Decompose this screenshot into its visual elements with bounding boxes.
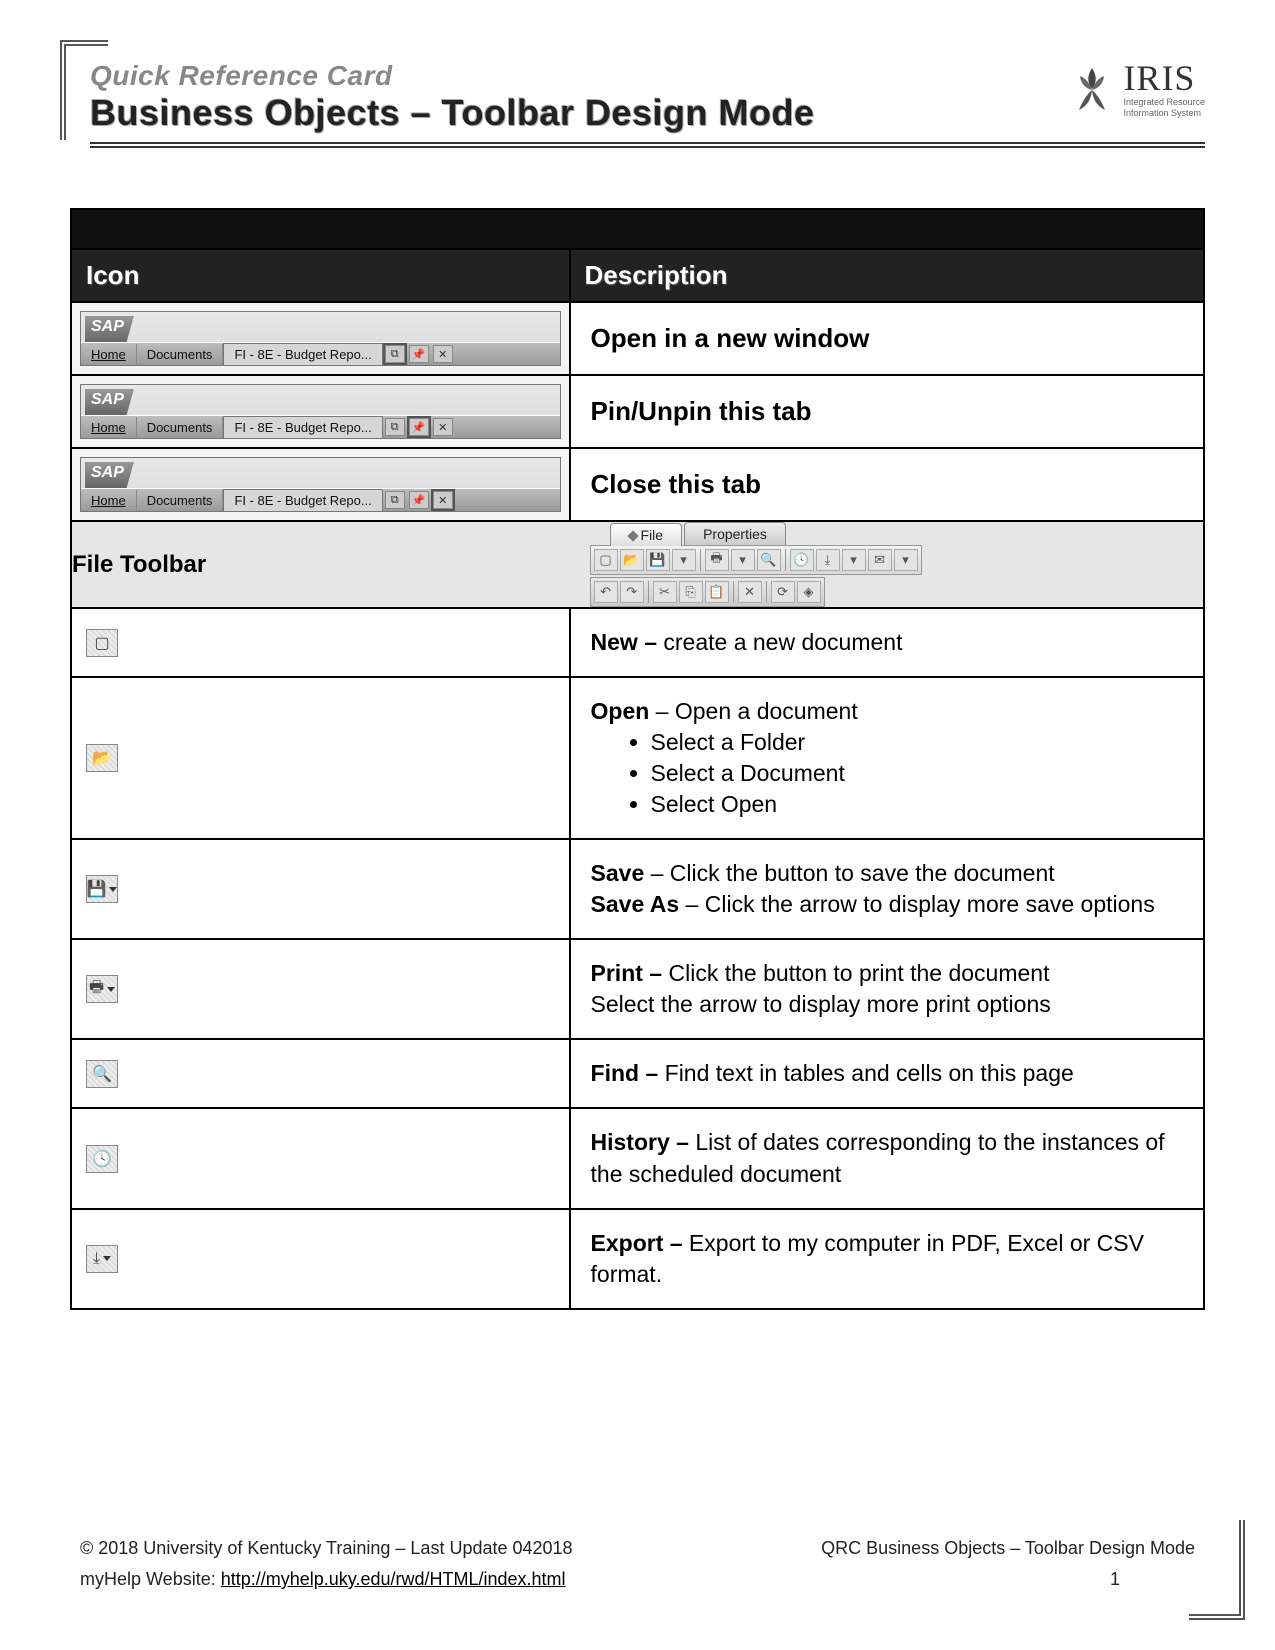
- desc-print: Print – Click the button to print the do…: [570, 939, 1204, 1039]
- mail-icon[interactable]: ✉: [868, 549, 892, 571]
- properties-tab[interactable]: Properties: [684, 522, 786, 545]
- tab-documents[interactable]: Documents: [137, 417, 224, 438]
- undo-icon[interactable]: ↶: [594, 581, 618, 603]
- file-toolbar-row2: ↶ ↷ ✂ ⎘ 📋 ✕ ⟳ ◈: [590, 577, 825, 607]
- delete-icon[interactable]: ✕: [738, 581, 762, 603]
- pin-tab-icon[interactable]: 📌: [409, 418, 429, 436]
- desc-pin: Pin/Unpin this tab: [570, 375, 1204, 448]
- footer-copyright: © 2018 University of Kentucky Training –…: [80, 1538, 573, 1559]
- history-doc-icon[interactable]: 🕓: [86, 1145, 118, 1173]
- open-doc-icon[interactable]: 📂: [86, 744, 118, 772]
- file-toolbar-row1: ▢ 📂 💾▾ 🖶▾ 🔍 🕓 ⤓▾ ✉▾: [590, 545, 922, 575]
- save-doc-icon[interactable]: 💾: [86, 875, 118, 903]
- icon-cell-close: SAP Home Documents FI - 8E - Budget Repo…: [71, 448, 570, 521]
- doc-title: Business Objects – Toolbar Design Mode: [90, 92, 1067, 134]
- list-item: Select a Folder: [651, 727, 1183, 758]
- open-new-window-icon[interactable]: ⧉: [385, 491, 405, 509]
- open-new-window-icon[interactable]: ⧉: [385, 418, 405, 436]
- desc-history: History – List of dates corresponding to…: [570, 1108, 1204, 1208]
- desc-find: Find – Find text in tables and cells on …: [570, 1039, 1204, 1108]
- iris-leaf-icon: [1067, 64, 1117, 114]
- print-icon[interactable]: 🖶: [705, 549, 729, 571]
- tab-active-report[interactable]: FI - 8E - Budget Repo...: [223, 416, 382, 438]
- sap-logo-icon: SAP: [85, 462, 134, 488]
- history-icon[interactable]: 🕓: [790, 549, 814, 571]
- print-doc-icon[interactable]: 🖶: [86, 975, 118, 1003]
- close-tab-icon[interactable]: ✕: [433, 491, 453, 509]
- export-doc-icon[interactable]: ⤓: [86, 1245, 118, 1273]
- logo-tagline-1: Integrated Resource: [1123, 98, 1205, 107]
- myhelp-link[interactable]: http://myhelp.uky.edu/rwd/HTML/index.htm…: [221, 1569, 566, 1589]
- reference-table: Icon Description SAP Home Documents FI -…: [70, 208, 1205, 1310]
- sap-logo-icon: SAP: [85, 389, 134, 415]
- track-icon[interactable]: ◈: [797, 581, 821, 603]
- pin-tab-icon[interactable]: 📌: [409, 345, 429, 363]
- icon-cell-find: 🔍: [71, 1039, 570, 1108]
- sap-logo-icon: SAP: [85, 316, 134, 342]
- logo-text: IRIS: [1123, 60, 1205, 96]
- refresh-icon[interactable]: ⟳: [771, 581, 795, 603]
- footer-corner-bracket: [1189, 1520, 1245, 1620]
- close-tab-icon[interactable]: ✕: [433, 418, 453, 436]
- tab-documents[interactable]: Documents: [137, 490, 224, 511]
- page-header: Quick Reference Card Business Objects – …: [90, 40, 1205, 148]
- footer-help: myHelp Website: http://myhelp.uky.edu/rw…: [80, 1569, 566, 1590]
- tab-home[interactable]: Home: [81, 417, 137, 438]
- doc-subtitle: Quick Reference Card: [90, 60, 1067, 92]
- list-item: Select Open: [651, 789, 1183, 820]
- tab-active-report[interactable]: FI - 8E - Budget Repo...: [223, 489, 382, 511]
- tab-documents[interactable]: Documents: [137, 344, 224, 365]
- desc-open: Open – Open a document Select a Folder S…: [570, 677, 1204, 839]
- icon-cell-open-window: SAP Home Documents FI - 8E - Budget Repo…: [71, 302, 570, 375]
- open-icon[interactable]: 📂: [620, 549, 644, 571]
- paste-icon[interactable]: 📋: [705, 581, 729, 603]
- icon-cell-pin: SAP Home Documents FI - 8E - Budget Repo…: [71, 375, 570, 448]
- header-corner-bracket: [60, 40, 108, 140]
- cut-icon[interactable]: ✂: [653, 581, 677, 603]
- icon-cell-export: ⤓: [71, 1209, 570, 1309]
- print-dropdown-icon[interactable]: ▾: [731, 549, 755, 571]
- iris-logo: IRIS Integrated Resource Information Sys…: [1067, 60, 1205, 118]
- file-toolbar-image: File Properties ▢ 📂 💾▾ 🖶▾ 🔍 🕓 ⤓▾ ✉▾ ↶ ↷ …: [570, 521, 1204, 608]
- footer-doc-title: QRC Business Objects – Toolbar Design Mo…: [821, 1538, 1195, 1559]
- icon-cell-print: 🖶: [71, 939, 570, 1039]
- close-tab-icon[interactable]: ✕: [433, 345, 453, 363]
- save-dropdown-icon[interactable]: ▾: [672, 549, 696, 571]
- new-doc-icon[interactable]: ▢: [86, 629, 118, 657]
- tab-home[interactable]: Home: [81, 344, 137, 365]
- open-new-window-icon[interactable]: ⧉: [385, 345, 405, 363]
- pin-tab-icon[interactable]: 📌: [409, 491, 429, 509]
- page-footer: © 2018 University of Kentucky Training –…: [80, 1538, 1195, 1600]
- icon-cell-new: ▢: [71, 608, 570, 677]
- table-top-bar: [71, 209, 1204, 249]
- desc-export: Export – Export to my computer in PDF, E…: [570, 1209, 1204, 1309]
- page-number: 1: [1035, 1569, 1195, 1590]
- desc-new: New – create a new document: [570, 608, 1204, 677]
- export-dropdown-icon[interactable]: ▾: [842, 549, 866, 571]
- desc-save: Save – Click the button to save the docu…: [570, 839, 1204, 939]
- find-icon[interactable]: 🔍: [757, 549, 781, 571]
- tab-active-report[interactable]: FI - 8E - Budget Repo...: [223, 343, 382, 365]
- icon-cell-history: 🕓: [71, 1108, 570, 1208]
- desc-open-window: Open in a new window: [570, 302, 1204, 375]
- redo-icon[interactable]: ↷: [620, 581, 644, 603]
- icon-cell-open: 📂: [71, 677, 570, 839]
- list-item: Select a Document: [651, 758, 1183, 789]
- copy-icon[interactable]: ⎘: [679, 581, 703, 603]
- mail-dropdown-icon[interactable]: ▾: [894, 549, 918, 571]
- tab-home[interactable]: Home: [81, 490, 137, 511]
- file-tab[interactable]: File: [610, 523, 683, 546]
- export-icon[interactable]: ⤓: [816, 549, 840, 571]
- file-toolbar-label: File Toolbar: [71, 521, 570, 608]
- new-icon[interactable]: ▢: [594, 549, 618, 571]
- col-header-icon: Icon: [71, 249, 570, 302]
- save-icon[interactable]: 💾: [646, 549, 670, 571]
- icon-cell-save: 💾: [71, 839, 570, 939]
- logo-tagline-2: Information System: [1123, 109, 1205, 118]
- desc-close: Close this tab: [570, 448, 1204, 521]
- find-doc-icon[interactable]: 🔍: [86, 1060, 118, 1088]
- col-header-desc: Description: [570, 249, 1204, 302]
- sap-tabstrip: SAP Home Documents FI - 8E - Budget Repo…: [80, 311, 561, 366]
